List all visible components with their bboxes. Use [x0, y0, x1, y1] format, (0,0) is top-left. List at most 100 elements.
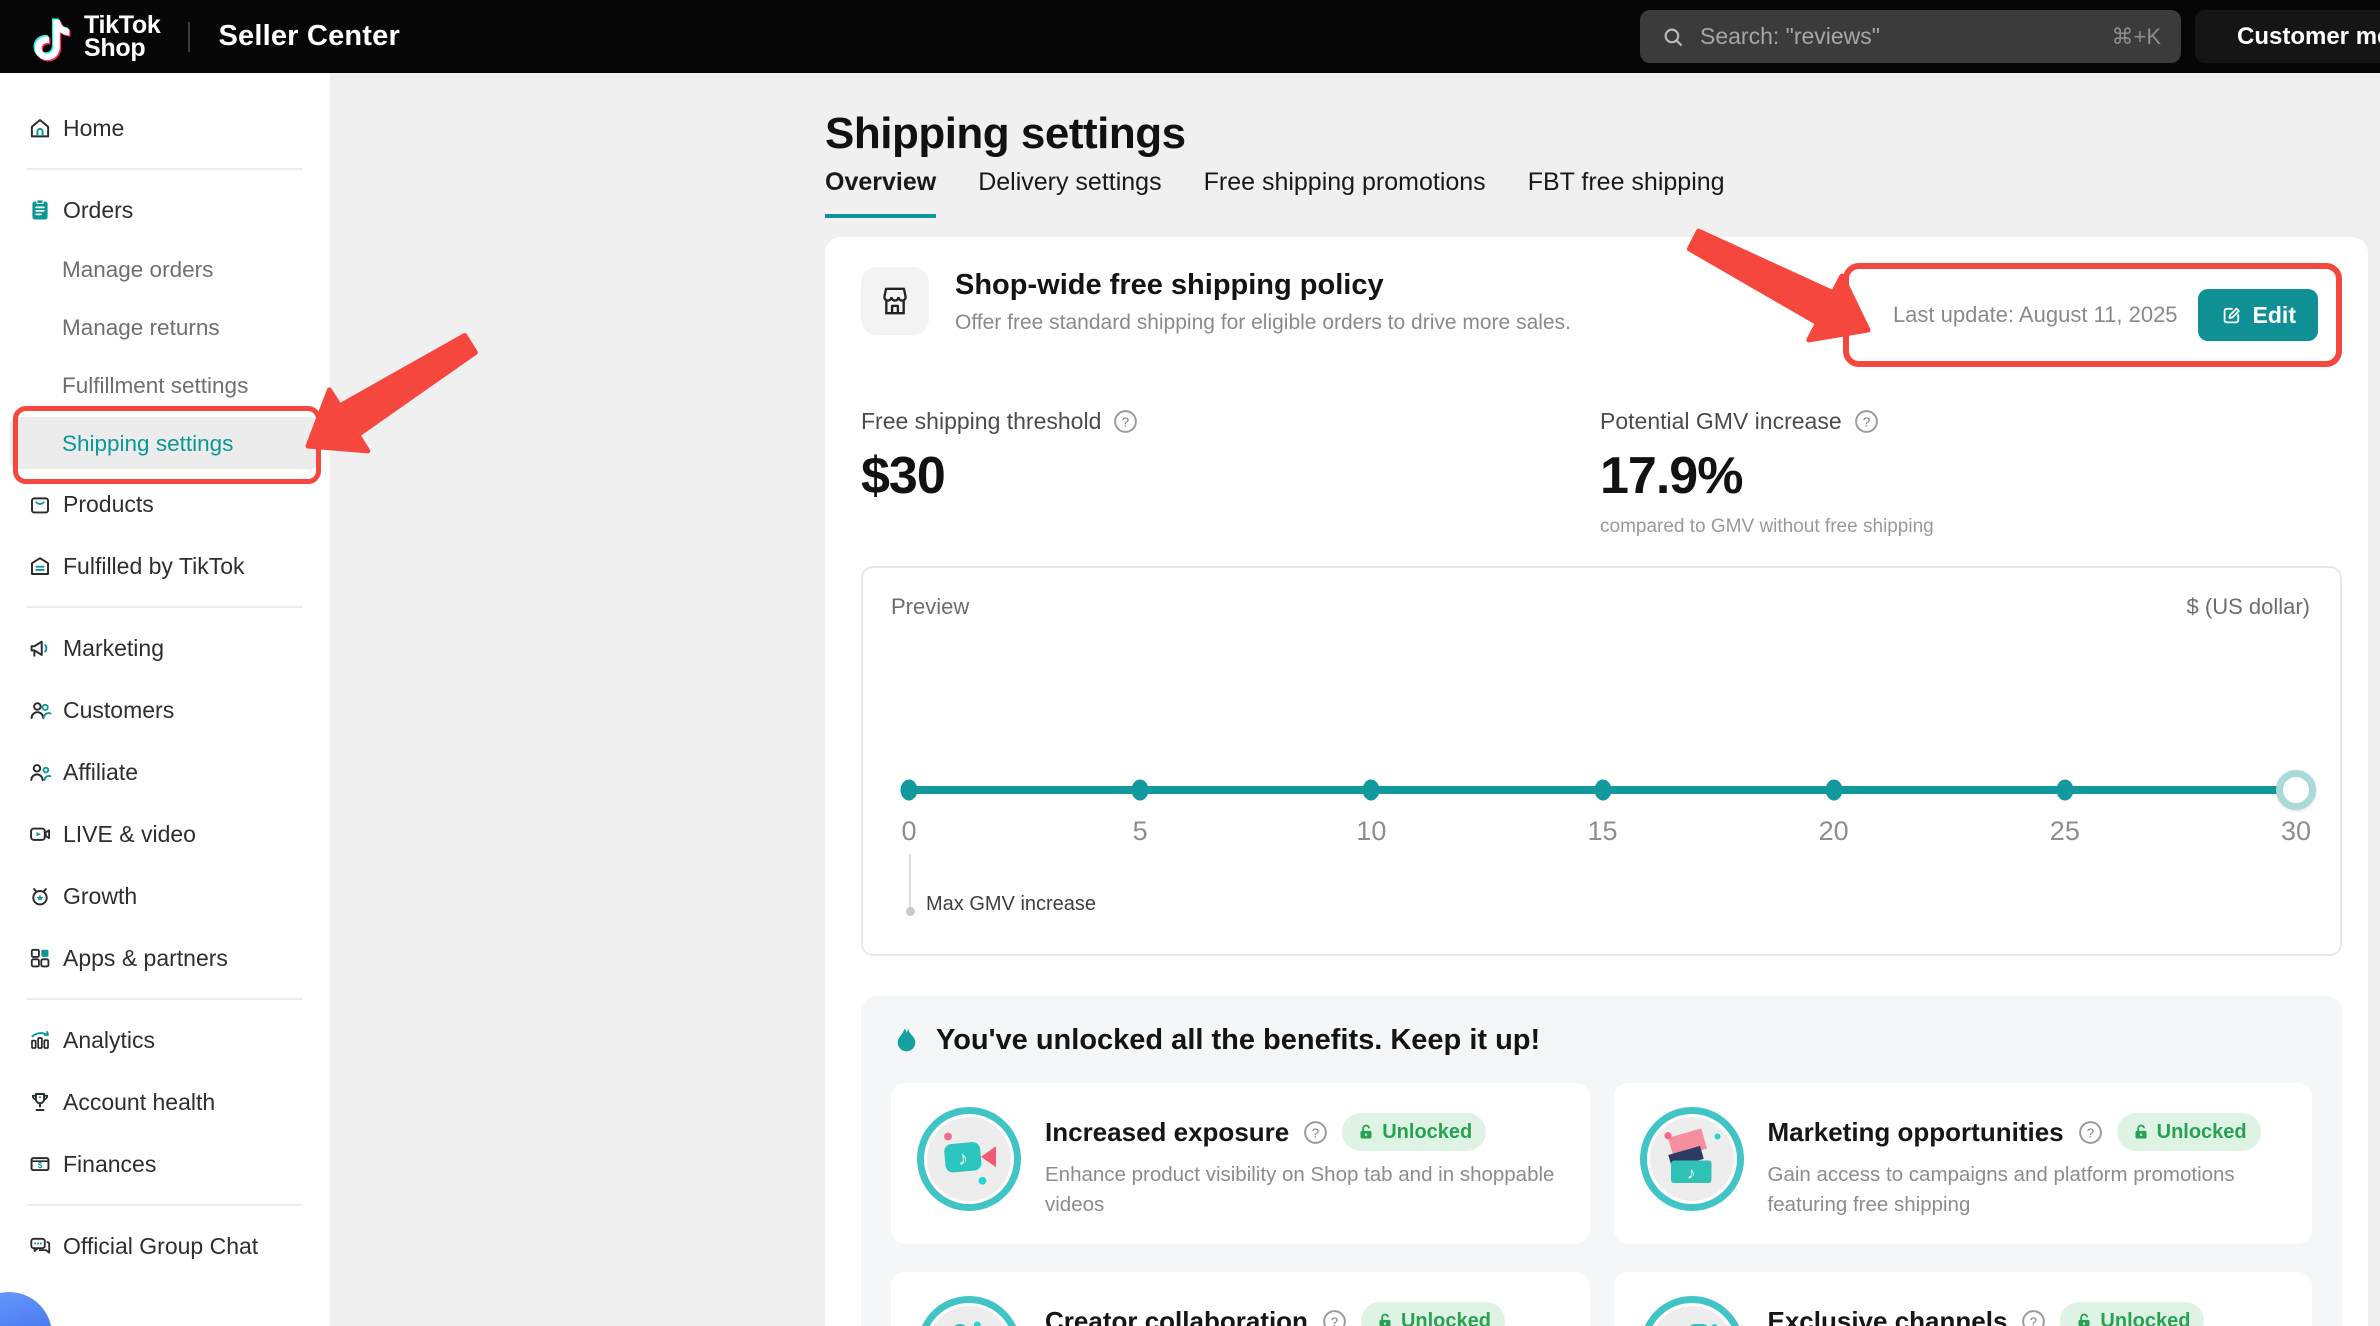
- sidebar-item-home[interactable]: Home: [0, 97, 330, 159]
- unlock-icon: [2131, 1122, 2151, 1142]
- sidebar-item-label: Customers: [63, 697, 174, 724]
- tab-fbt-free-shipping[interactable]: FBT free shipping: [1528, 168, 1725, 218]
- creators-icon: [927, 1306, 1011, 1326]
- question-circle-icon: [1301, 1118, 1330, 1147]
- analytics-icon: [27, 1027, 53, 1053]
- unlocked-badge: Unlocked: [1342, 1113, 1486, 1151]
- sidebar-item-label: Official Group Chat: [63, 1233, 258, 1260]
- shipping-overview-card: Shop-wide free shipping policy Offer fre…: [825, 237, 2368, 1326]
- tab-delivery-settings[interactable]: Delivery settings: [978, 168, 1161, 218]
- finances-icon: [27, 1151, 53, 1177]
- storefront-icon: [875, 281, 915, 321]
- sidebar-item-label: Manage returns: [62, 315, 220, 341]
- creators-icon-ring: [917, 1296, 1021, 1326]
- logo-line2: Shop: [84, 37, 160, 60]
- customer-messages-label: Customer messages: [2237, 23, 2380, 51]
- question-circle-icon[interactable]: [1852, 407, 1881, 436]
- annotation-box-edit: Last update: August 11, 2025 Edit: [1843, 263, 2342, 367]
- tab-free-shipping-promotions[interactable]: Free shipping promotions: [1204, 168, 1486, 218]
- slider-handle[interactable]: [2276, 770, 2316, 810]
- sidebar-item-manage-returns[interactable]: Manage returns: [0, 299, 330, 357]
- policy-subtitle: Offer free standard shipping for eligibl…: [955, 311, 1571, 335]
- logo-text: TikTok Shop: [84, 14, 160, 60]
- orders-icon: [27, 197, 53, 223]
- sidebar-item-label: Fulfilled by TikTok: [63, 553, 245, 580]
- sidebar-item-shipping-settings[interactable]: Shipping settings: [0, 415, 330, 473]
- sidebar-item-fulfilled-by-tiktok[interactable]: Fulfilled by TikTok: [0, 535, 330, 597]
- free-shipping-threshold-stat: Free shipping threshold $30: [861, 407, 1600, 538]
- sidebar-item-marketing[interactable]: Marketing: [0, 617, 330, 679]
- sidebar-item-label: Analytics: [63, 1027, 155, 1054]
- benefit-title: Creator collaboration: [1045, 1306, 1308, 1326]
- sidebar-item-affiliate[interactable]: Affiliate: [0, 741, 330, 803]
- tab-overview[interactable]: Overview: [825, 168, 936, 218]
- slider-tick-label-25: 25: [2050, 816, 2080, 847]
- benefit-title: Exclusive channels: [1768, 1306, 2008, 1326]
- max-gmv-label: Max GMV increase: [926, 893, 1096, 916]
- sidebar-item-live-video[interactable]: LIVE & video: [0, 803, 330, 865]
- unlock-icon: [1375, 1311, 1395, 1326]
- benefit-card-exclusive-channels: Exclusive channelsUnlockedGet a 'Free sh…: [1614, 1272, 2313, 1326]
- slider-ticks: 051015202530: [909, 816, 2296, 846]
- sidebar-item-label: Finances: [63, 1151, 156, 1178]
- sidebar-item-label: Manage orders: [62, 257, 213, 283]
- customer-messages-button[interactable]: Customer messages: [2195, 10, 2380, 63]
- sidebar-item-manage-orders[interactable]: Manage orders: [0, 241, 330, 299]
- growth-icon: [27, 883, 53, 909]
- sidebar-divider: [27, 998, 303, 1000]
- question-circle-icon: [1320, 1307, 1349, 1326]
- unlocked-badge-label: Unlocked: [2100, 1310, 2190, 1326]
- global-search[interactable]: ⌘+K: [1640, 10, 2181, 63]
- preview-label: Preview: [891, 594, 969, 620]
- preview-card: Preview $ (US dollar) 051015202530 Max G…: [861, 566, 2342, 956]
- sidebar-item-label: Shipping settings: [62, 431, 233, 457]
- benefit-title: Marketing opportunities: [1768, 1117, 2064, 1148]
- unlocked-badge: Unlocked: [2117, 1113, 2261, 1151]
- slider-dot-5: [1132, 780, 1149, 801]
- phone-channel-icon: [1650, 1306, 1734, 1326]
- sidebar-item-orders[interactable]: Orders: [0, 179, 330, 241]
- max-gmv-annotation: Max GMV increase: [909, 854, 911, 910]
- live-video-icon: [27, 821, 53, 847]
- sidebar-item-products[interactable]: Products: [0, 473, 330, 535]
- search-shortcut: ⌘+K: [2111, 24, 2161, 50]
- unlocked-badge-label: Unlocked: [1401, 1310, 1491, 1326]
- gmv-note: compared to GMV without free shipping: [1600, 516, 1934, 538]
- slider-dot-20: [1825, 780, 1842, 801]
- policy-title: Shop-wide free shipping policy: [955, 269, 1571, 302]
- tab-bar: Overview Delivery settings Free shipping p…: [825, 168, 1725, 218]
- benefit-description: Gain access to campaigns and platform pr…: [1768, 1160, 2287, 1220]
- sidebar-divider: [27, 606, 303, 608]
- gmv-increase-stat: Potential GMV increase 17.9% compared to…: [1600, 407, 1934, 538]
- slider-tick-label-15: 15: [1587, 816, 1617, 847]
- edit-button[interactable]: Edit: [2198, 289, 2318, 341]
- unlock-icon: [2074, 1311, 2094, 1326]
- fbt-icon: [27, 553, 53, 579]
- page-title: Shipping settings: [825, 109, 1186, 159]
- app-name: Seller Center: [218, 20, 400, 53]
- topbar-divider: [188, 22, 190, 52]
- sidebar-item-official-group-chat[interactable]: Official Group Chat: [0, 1215, 330, 1277]
- sidebar-item-finances[interactable]: Finances: [0, 1133, 330, 1195]
- sidebar-item-fulfillment-settings[interactable]: Fulfillment settings: [0, 357, 330, 415]
- sidebar-item-analytics[interactable]: Analytics: [0, 1009, 330, 1071]
- annotation-dot: [906, 907, 915, 916]
- tiktok-shop-logo[interactable]: TikTok Shop: [28, 12, 160, 62]
- sidebar-item-customers[interactable]: Customers: [0, 679, 330, 741]
- slider-dot-25: [2056, 780, 2073, 801]
- sidebar-item-apps-partners[interactable]: Apps & partners: [0, 927, 330, 989]
- search-input[interactable]: [1698, 22, 2099, 51]
- sidebar-nav: Home Orders Manage orders Manage returns Ful…: [0, 73, 331, 1326]
- sidebar-item-account-health[interactable]: Account health: [0, 1071, 330, 1133]
- sidebar-item-growth[interactable]: Growth: [0, 865, 330, 927]
- sidebar-item-label: LIVE & video: [63, 821, 196, 848]
- unlocked-badge: Unlocked: [2060, 1302, 2204, 1326]
- sidebar-item-label: Products: [63, 491, 154, 518]
- benefit-description: Enhance product visibility on Shop tab a…: [1045, 1160, 1564, 1220]
- benefits-header: You've unlocked all the benefits. Keep i…: [936, 1024, 1540, 1057]
- unlock-icon: [1356, 1122, 1376, 1142]
- unlocked-badge-label: Unlocked: [2157, 1121, 2247, 1144]
- sidebar-divider: [27, 1204, 303, 1206]
- benefit-card-creator-collaboration: Creator collaborationUnlockedReceive a '…: [891, 1272, 1590, 1326]
- question-circle-icon[interactable]: [1111, 407, 1140, 436]
